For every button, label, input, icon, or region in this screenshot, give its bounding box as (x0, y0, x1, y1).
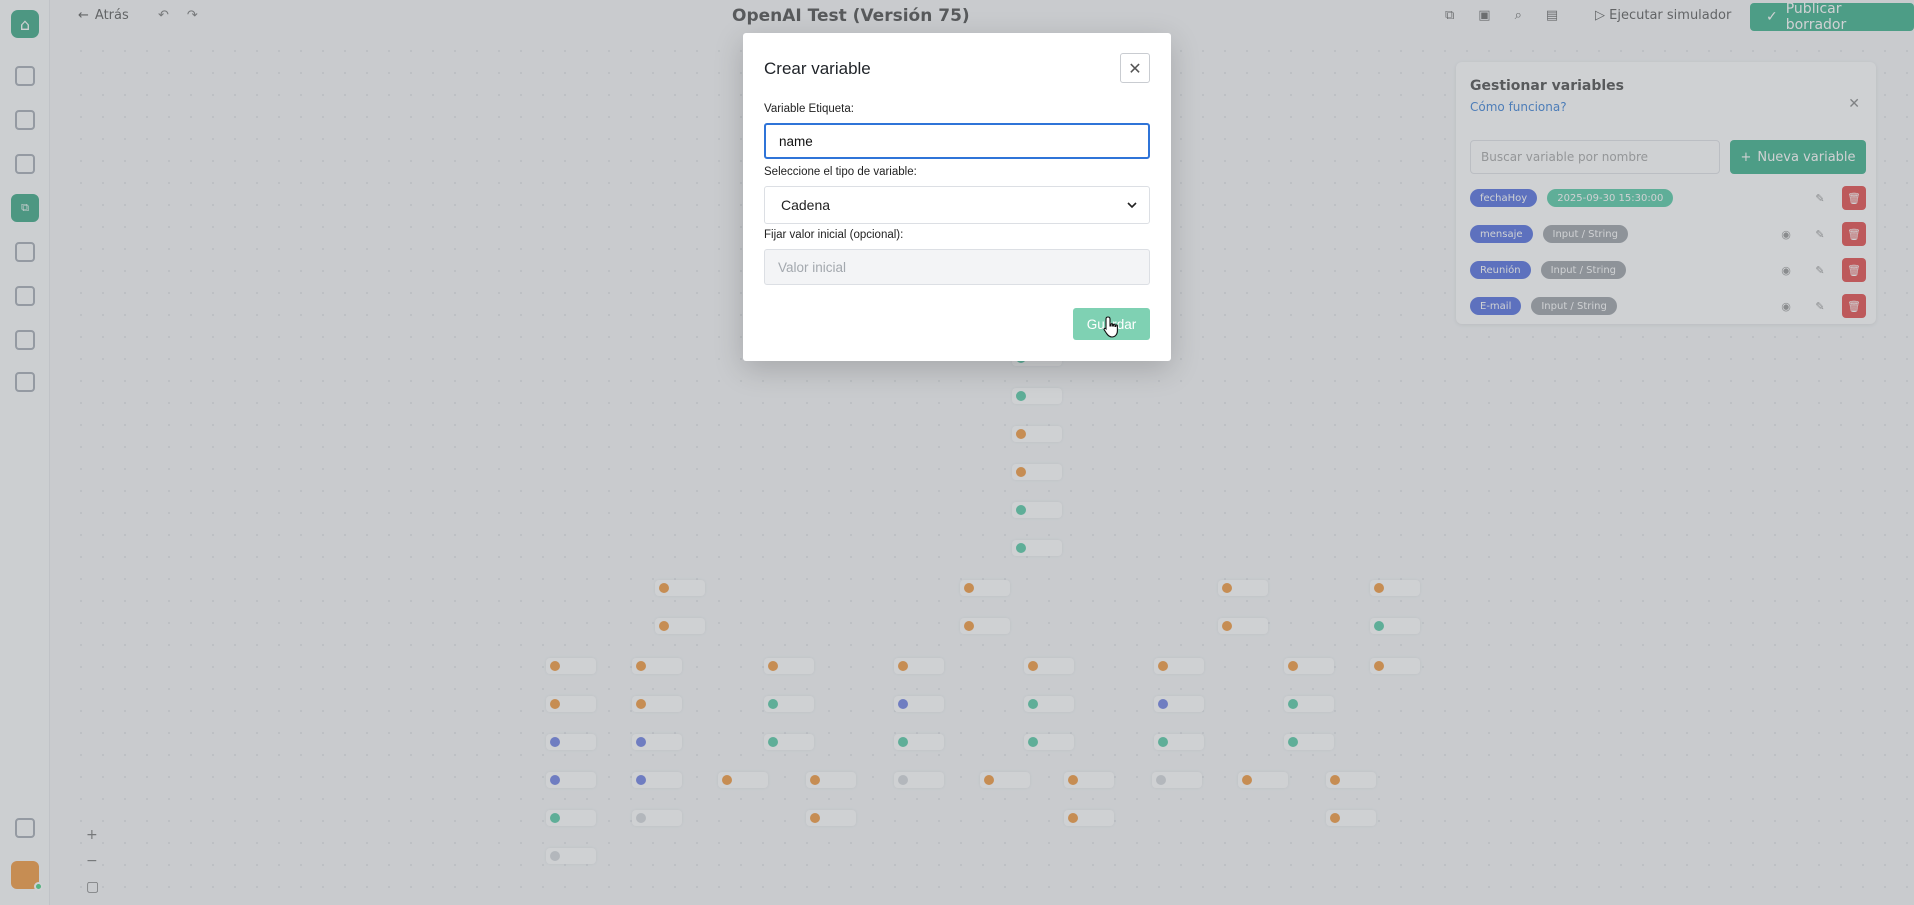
close-button[interactable]: ✕ (1120, 53, 1150, 83)
variable-label-field-label: Variable Etiqueta: (764, 103, 854, 115)
initial-value-input[interactable] (764, 249, 1150, 285)
variable-type-field-label: Seleccione el tipo de variable: (764, 166, 917, 178)
create-variable-modal: Crear variable ✕ Variable Etiqueta: Sele… (743, 33, 1171, 361)
variable-label-input[interactable] (764, 123, 1150, 159)
modal-title: Crear variable (764, 59, 871, 78)
initial-value-field-label: Fijar valor inicial (opcional): (764, 229, 904, 241)
close-icon: ✕ (1128, 58, 1142, 78)
chevron-down-icon (1127, 202, 1137, 209)
hand-cursor-icon (1103, 316, 1118, 338)
variable-type-select[interactable]: Cadena (764, 186, 1150, 224)
variable-type-selected-value: Cadena (781, 197, 831, 213)
